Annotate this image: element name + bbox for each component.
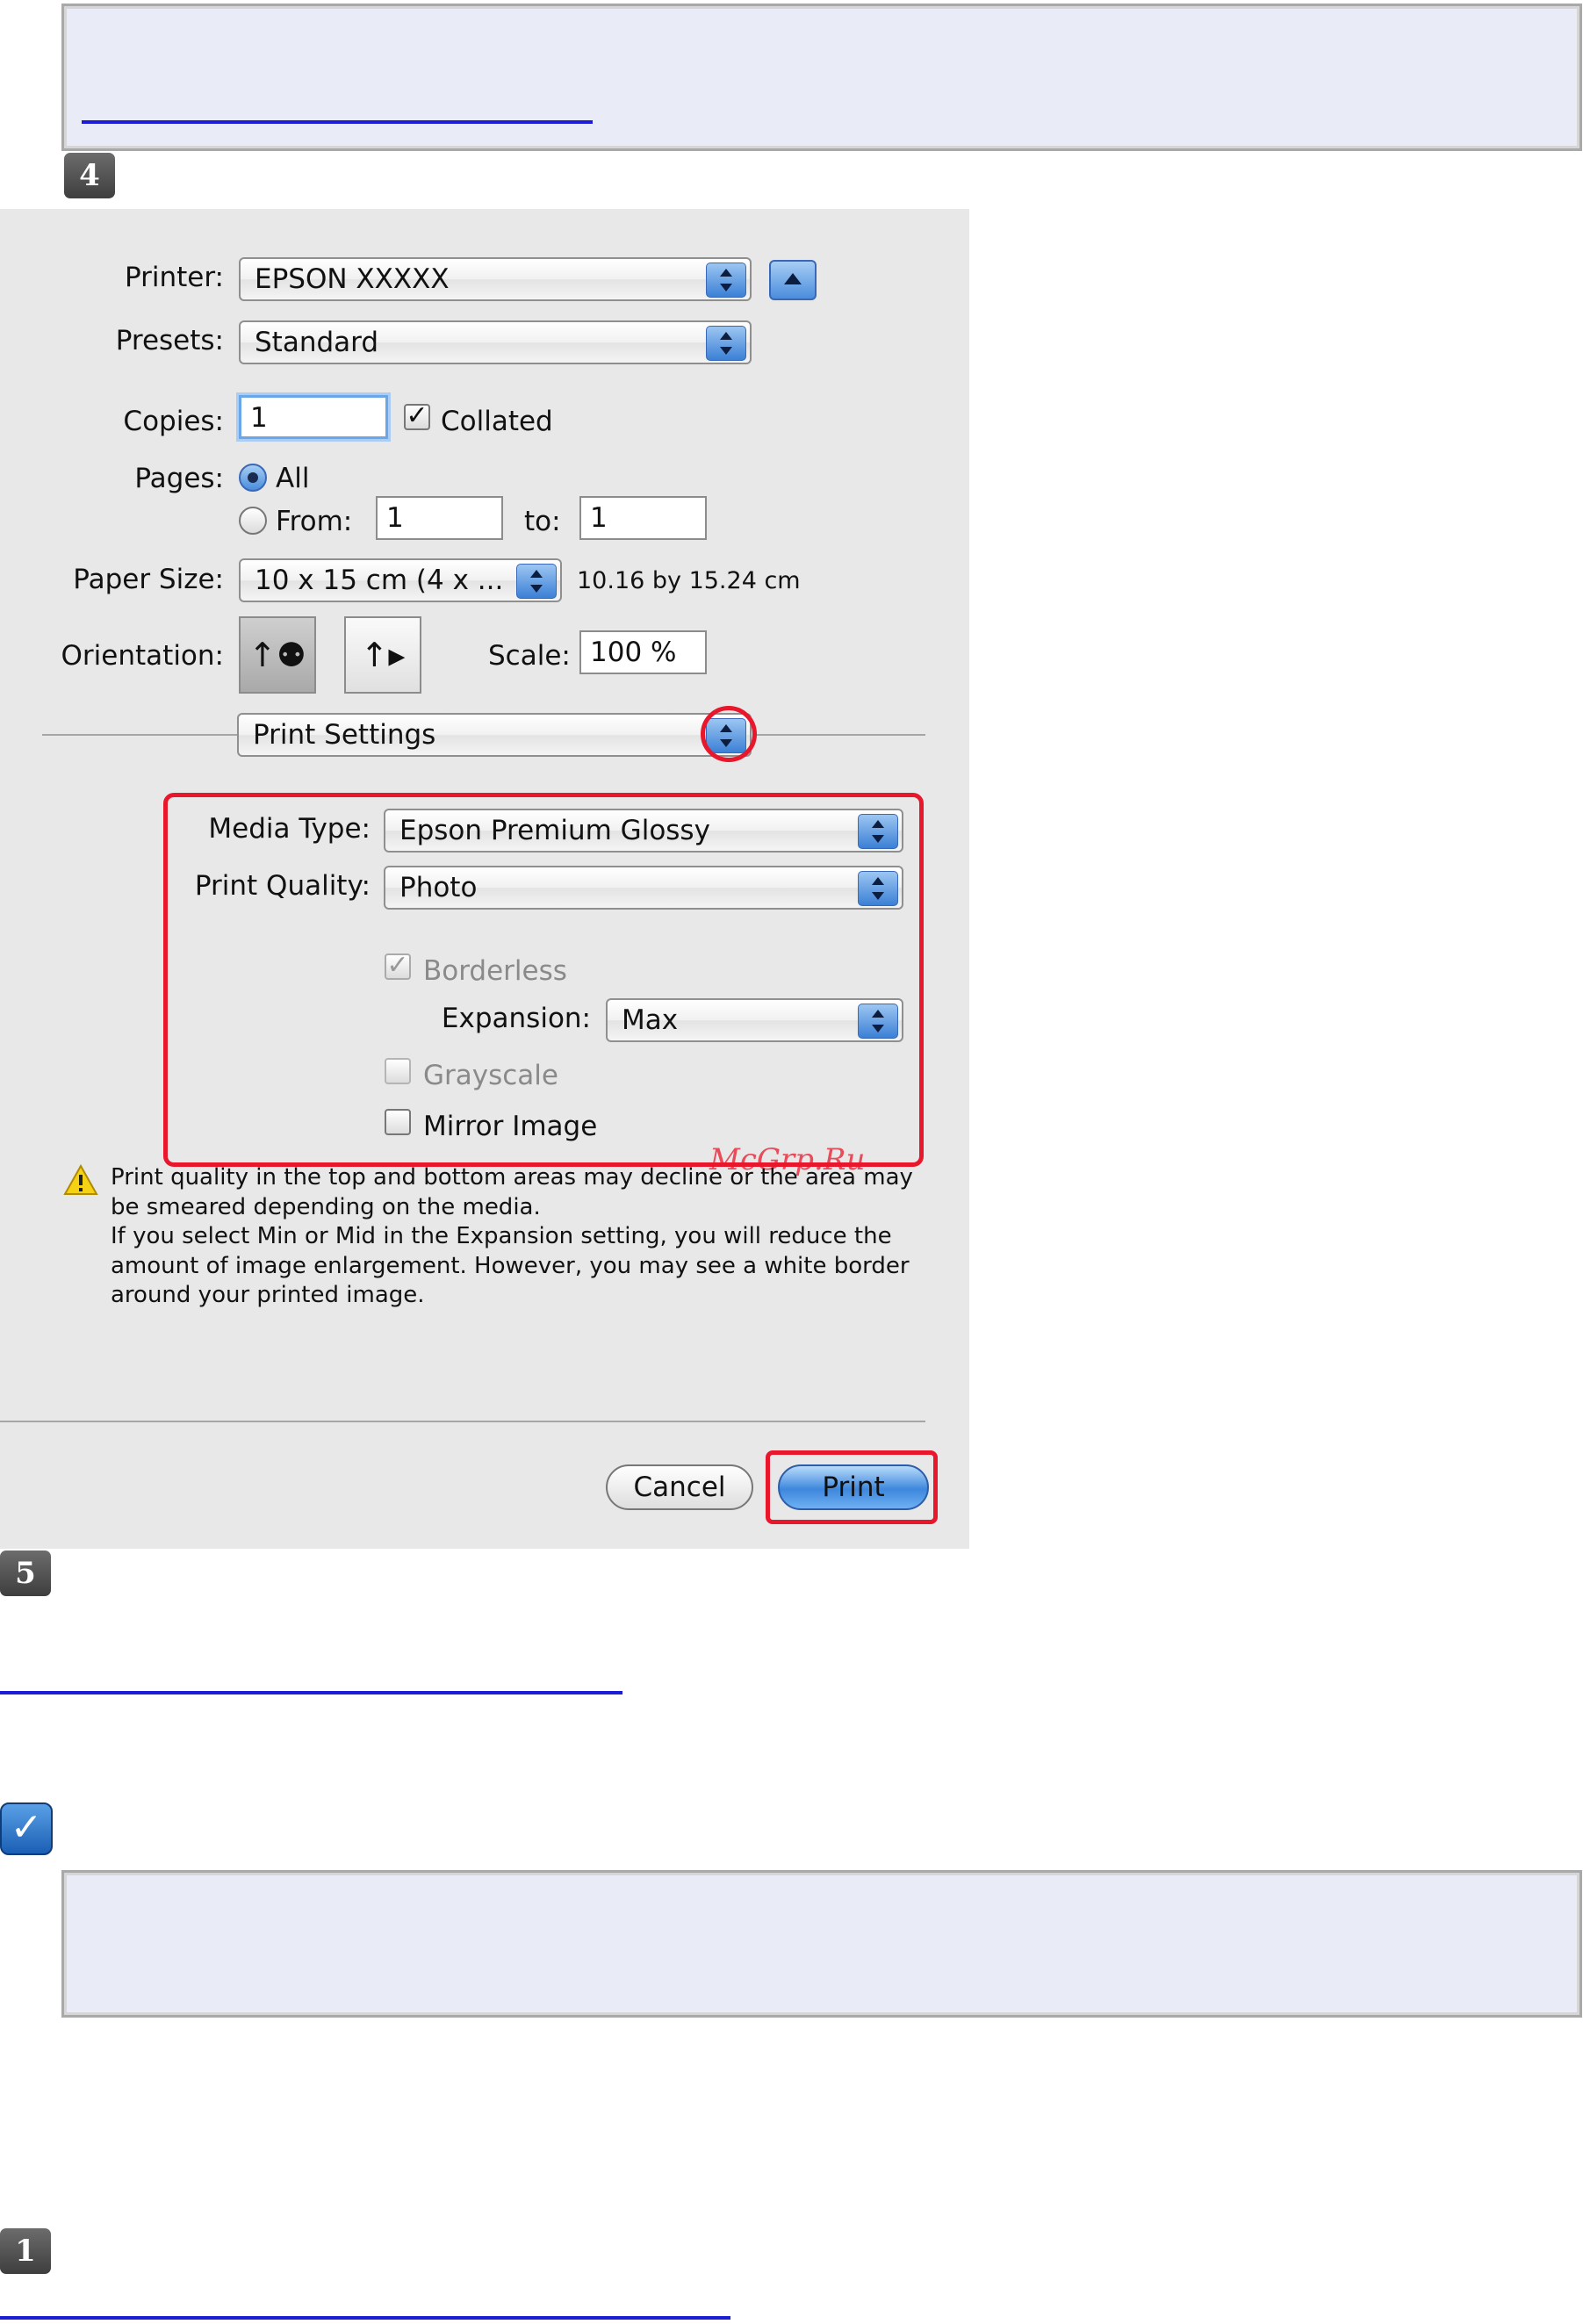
collated-label: Collated: [441, 406, 553, 437]
printer-value: EPSON XXXXX: [255, 263, 450, 295]
presets-value: Standard: [255, 327, 379, 358]
presets-label: Presets:: [115, 325, 224, 356]
mirror-image-checkbox[interactable]: [385, 1109, 411, 1135]
presets-popup[interactable]: Standard: [239, 320, 752, 364]
collated-checkbox[interactable]: ✓: [404, 403, 430, 430]
note-box-bottom: [61, 1870, 1582, 2018]
landscape-person-icon: ↑▸: [360, 636, 406, 674]
paper-size-popup[interactable]: 10 x 15 cm (4 x ...: [239, 558, 562, 602]
pages-to-field[interactable]: 1: [579, 496, 707, 540]
copies-label: Copies:: [123, 406, 224, 437]
expansion-stepper-icon: [858, 1004, 898, 1039]
portrait-person-icon: ↑⚉: [248, 636, 306, 674]
separator-right: [755, 734, 925, 736]
media-type-popup[interactable]: Epson Premium Glossy: [384, 809, 903, 853]
cancel-button[interactable]: Cancel: [606, 1464, 753, 1510]
scale-field[interactable]: 100 %: [579, 630, 707, 674]
print-quality-label: Print Quality:: [194, 870, 371, 902]
orientation-landscape-button[interactable]: ↑▸: [344, 616, 421, 694]
link-underline-middle[interactable]: [0, 1691, 622, 1694]
print-dialog: Printer: EPSON XXXXX Presets: Standard C…: [0, 209, 969, 1549]
step-badge-1: 1: [0, 2228, 51, 2274]
link-underline-top[interactable]: [82, 120, 593, 124]
warning-line-3: If you select Min or Mid in the Expansio…: [111, 1223, 892, 1249]
panel-menu-popup[interactable]: Print Settings: [237, 713, 752, 757]
triangle-up-icon: [784, 273, 802, 284]
pages-label: Pages:: [134, 463, 224, 494]
scale-label: Scale:: [488, 640, 571, 672]
borderless-checkbox[interactable]: ✓: [385, 953, 411, 980]
media-type-stepper-icon: [858, 814, 898, 849]
paper-dimensions-text: 10.16 by 15.24 cm: [577, 567, 801, 594]
pages-from-radio[interactable]: [239, 507, 267, 535]
disclosure-button[interactable]: [769, 260, 817, 300]
paper-size-stepper-icon: [516, 564, 557, 599]
printer-stepper-icon: [706, 263, 746, 298]
print-quality-popup[interactable]: Photo: [384, 866, 903, 910]
panel-menu-highlight: [701, 706, 757, 762]
presets-stepper-icon: [706, 326, 746, 361]
media-type-value: Epson Premium Glossy: [399, 815, 710, 846]
checkmark-note-icon: ✓: [0, 1802, 53, 1855]
warning-line-4: amount of image enlargement. However, yo…: [111, 1253, 910, 1279]
pages-to-label: to:: [524, 506, 561, 537]
copies-field[interactable]: 1: [239, 395, 388, 439]
media-type-label: Media Type:: [208, 813, 371, 845]
pages-all-label: All: [276, 463, 310, 494]
orientation-label: Orientation:: [61, 640, 224, 672]
expansion-value: Max: [622, 1004, 679, 1036]
paper-size-value: 10 x 15 cm (4 x ...: [255, 565, 504, 596]
pages-from-label: From:: [276, 506, 353, 537]
warning-icon: [63, 1164, 98, 1195]
link-underline-bottom[interactable]: [0, 2316, 730, 2320]
borderless-label: Borderless: [423, 955, 567, 987]
pages-all-radio[interactable]: [239, 464, 267, 492]
warning-line-2: be smeared depending on the media.: [111, 1194, 541, 1220]
printer-label: Printer:: [124, 262, 224, 293]
orientation-portrait-button[interactable]: ↑⚉: [239, 616, 316, 694]
print-quality-stepper-icon: [858, 871, 898, 906]
expansion-popup[interactable]: Max: [606, 998, 903, 1042]
printer-popup[interactable]: EPSON XXXXX: [239, 257, 752, 301]
note-box-top: [61, 4, 1582, 151]
panel-menu-value: Print Settings: [253, 719, 436, 751]
grayscale-checkbox[interactable]: [385, 1058, 411, 1084]
pages-from-field[interactable]: 1: [376, 496, 503, 540]
warning-line-1: Print quality in the top and bottom area…: [111, 1164, 913, 1191]
paper-size-label: Paper Size:: [73, 564, 224, 595]
separator-left: [42, 734, 237, 736]
warning-line-5: around your printed image.: [111, 1282, 425, 1308]
bottom-separator: [0, 1421, 925, 1422]
mirror-image-label: Mirror Image: [423, 1111, 598, 1142]
expansion-label: Expansion:: [441, 1003, 591, 1034]
grayscale-label: Grayscale: [423, 1060, 558, 1091]
step-badge-5: 5: [0, 1551, 51, 1596]
print-quality-value: Photo: [399, 872, 478, 903]
step-badge-4: 4: [64, 153, 115, 198]
print-button-highlight: [766, 1450, 938, 1524]
